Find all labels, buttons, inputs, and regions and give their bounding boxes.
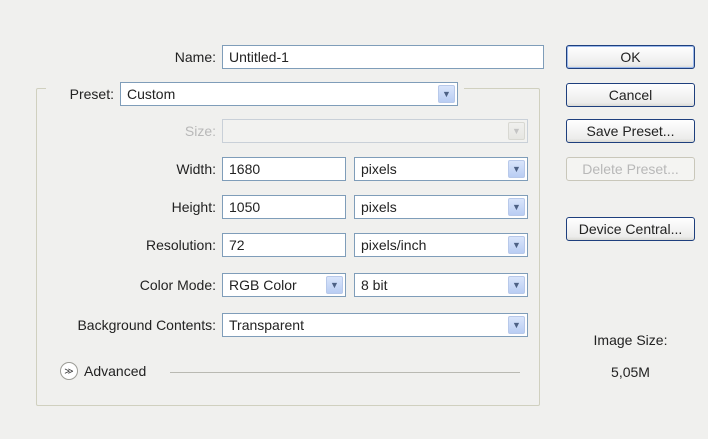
save-preset-button[interactable]: Save Preset... [566,119,695,143]
chevron-down-icon: ▼ [508,122,525,140]
delete-preset-button: Delete Preset... [566,157,695,181]
chevron-down-icon[interactable]: ▼ [508,236,525,254]
bit-depth-select[interactable]: 8 bit ▼ [354,273,528,297]
background-contents-select[interactable]: Transparent ▼ [222,313,528,337]
chevron-down-icon[interactable]: ▼ [508,198,525,216]
height-label: Height: [171,199,216,215]
double-chevron-down-icon[interactable]: ≫ [60,362,78,380]
chevron-down-icon[interactable]: ▼ [508,316,525,334]
width-label: Width: [176,161,216,177]
preset-value: Custom [127,86,176,102]
color-mode-label: Color Mode: [139,277,216,293]
width-unit-select[interactable]: pixels ▼ [354,157,528,181]
resolution-input[interactable]: 72 [222,233,346,257]
background-contents-label: Background Contents: [77,317,216,333]
resolution-label: Resolution: [145,237,216,253]
height-unit-select[interactable]: pixels ▼ [354,195,528,219]
name-label: Name: [174,49,216,65]
bit-depth-value: 8 bit [361,277,388,293]
resolution-unit-select[interactable]: pixels/inch ▼ [354,233,528,257]
name-input[interactable]: Untitled-1 [222,45,544,69]
device-central-button[interactable]: Device Central... [566,217,695,241]
width-unit-value: pixels [361,161,397,177]
chevron-down-icon[interactable]: ▼ [508,160,525,178]
image-size-value: 5,05M [611,364,650,380]
color-mode-value: RGB Color [229,277,297,293]
height-input[interactable]: 1050 [222,195,346,219]
height-unit-value: pixels [361,199,397,215]
size-select: ▼ [222,119,528,143]
chevron-down-icon[interactable]: ▼ [508,276,525,294]
chevron-down-icon[interactable]: ▼ [326,276,343,294]
size-label: Size: [184,123,216,139]
chevron-down-icon[interactable]: ▼ [438,85,455,103]
cancel-button[interactable]: Cancel [566,83,695,107]
color-mode-select[interactable]: RGB Color ▼ [222,273,346,297]
background-contents-value: Transparent [229,317,304,333]
preset-label: Preset: [69,86,114,102]
ok-button[interactable]: OK [566,45,695,69]
advanced-divider [170,372,520,373]
resolution-unit-value: pixels/inch [361,237,427,253]
image-size-label: Image Size: [593,332,668,348]
advanced-toggle-label[interactable]: Advanced [84,360,146,382]
preset-select[interactable]: Custom ▼ [120,82,458,106]
width-input[interactable]: 1680 [222,157,346,181]
